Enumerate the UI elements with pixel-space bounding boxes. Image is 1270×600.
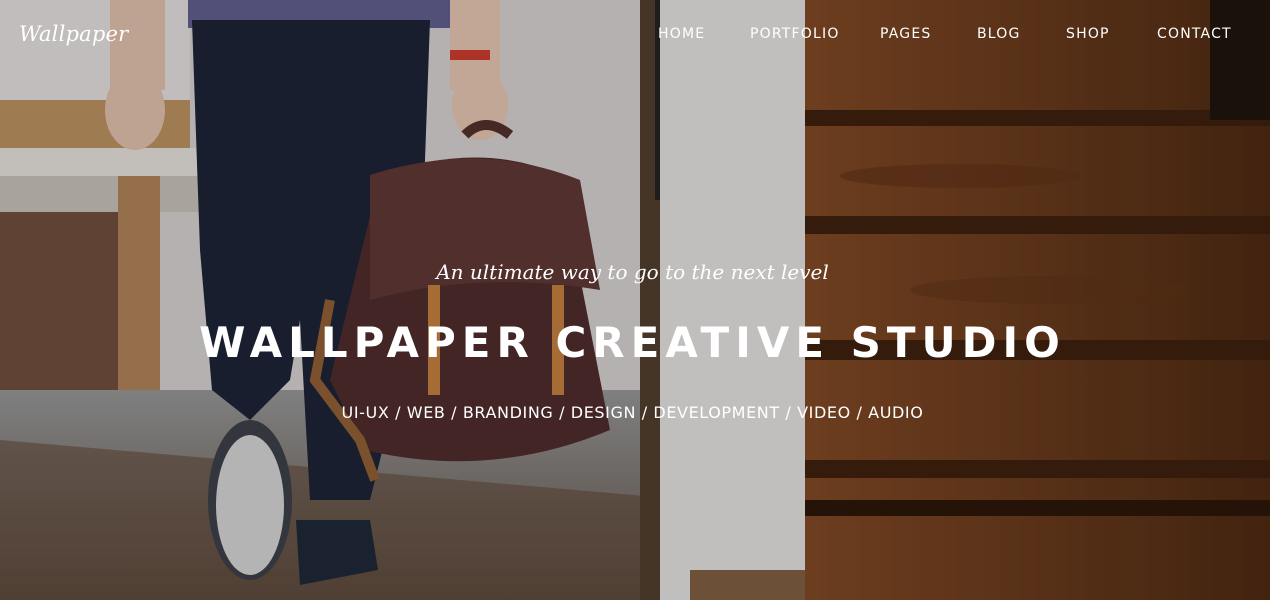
hero-section bbox=[0, 0, 1270, 600]
nav-item-portfolio[interactable]: PORTFOLIO bbox=[750, 26, 840, 42]
nav-item-shop[interactable]: SHOP bbox=[1066, 26, 1110, 42]
nav-item-contact[interactable]: CONTACT bbox=[1157, 26, 1232, 42]
nav-item-pages[interactable]: PAGES bbox=[880, 26, 931, 42]
nav-item-home[interactable]: HOME bbox=[658, 26, 705, 42]
main-nav: HOME PORTFOLIO PAGES BLOG SHOP CONTACT bbox=[0, 26, 1270, 48]
hero-overlay bbox=[0, 0, 1270, 600]
hero-tagline: An ultimate way to go to the next level bbox=[436, 260, 829, 284]
hero-services-list: UI-UX / WEB / BRANDING / DESIGN / DEVELO… bbox=[341, 403, 924, 422]
hero-headline: WALLPAPER CREATIVE STUDIO bbox=[199, 318, 1066, 367]
nav-item-blog[interactable]: BLOG bbox=[977, 26, 1021, 42]
